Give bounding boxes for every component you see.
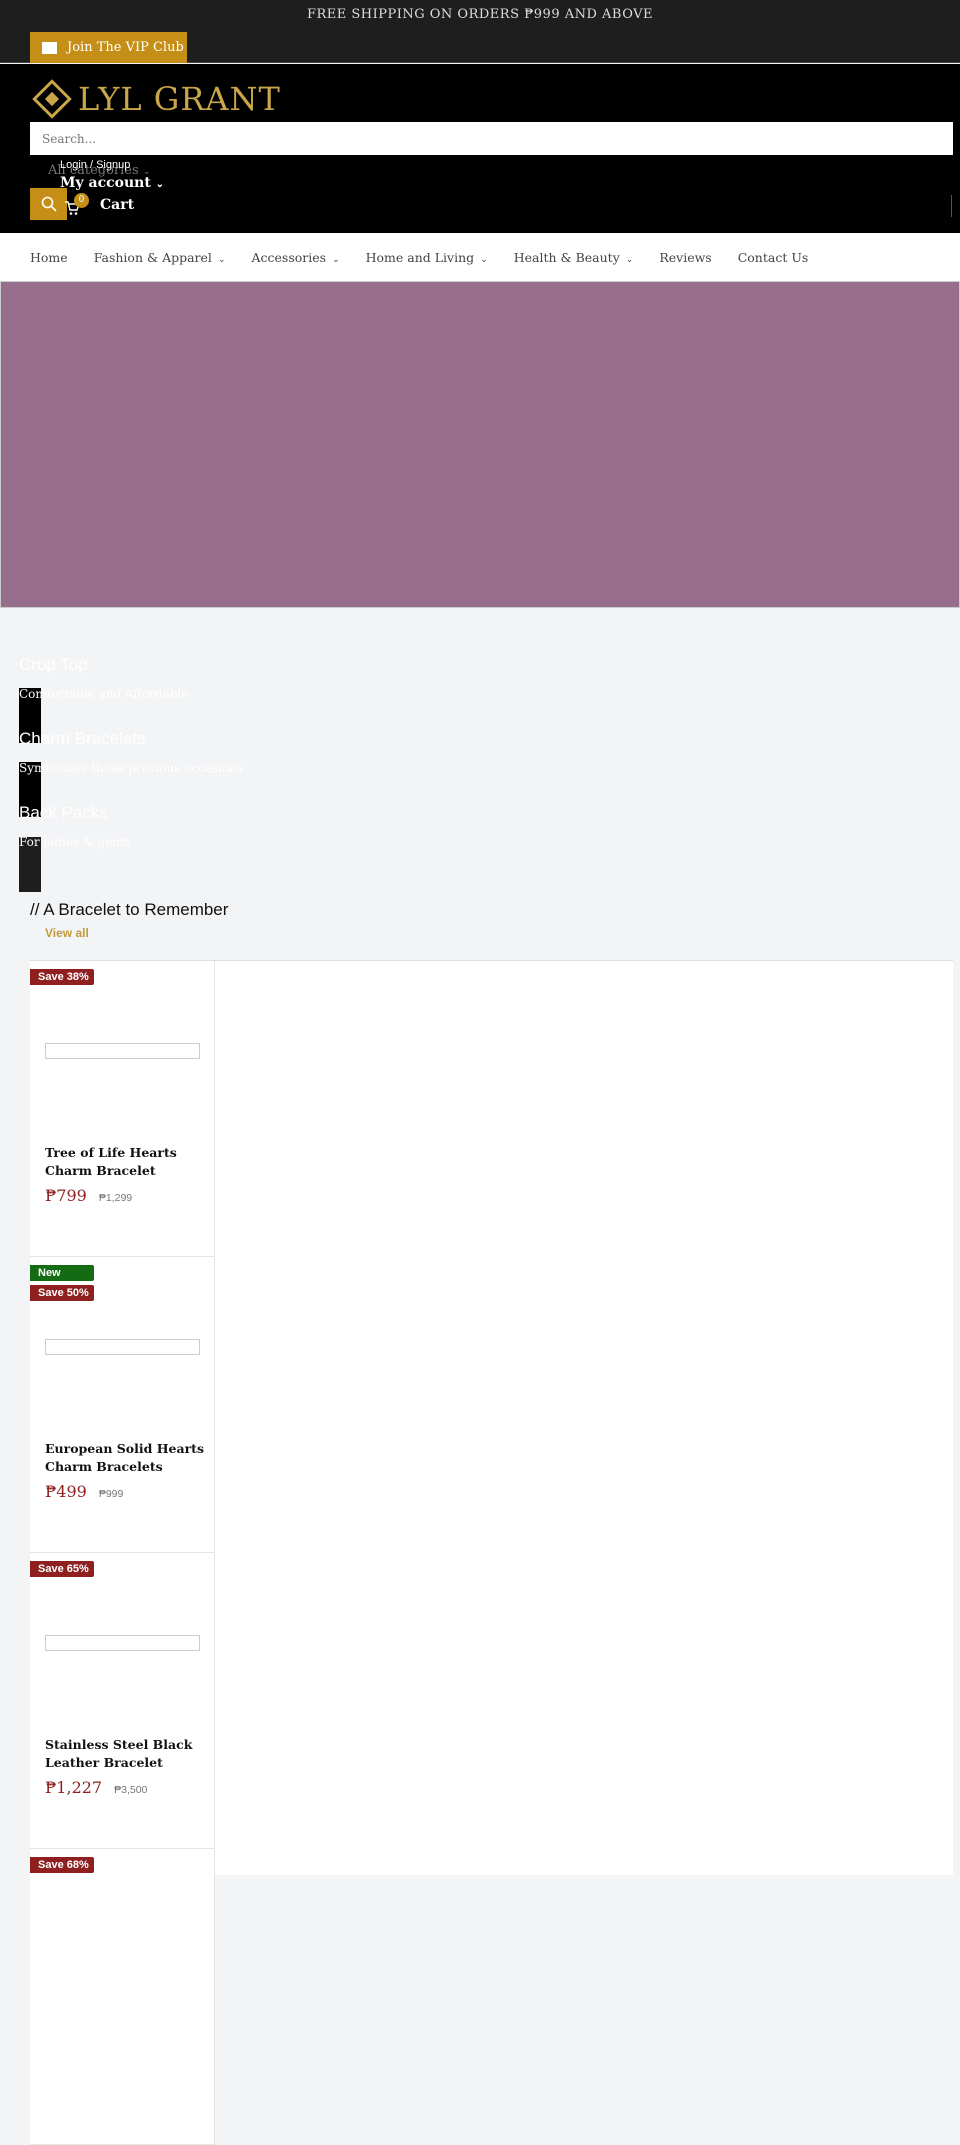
slide-subtitle: Comfortable and Affordable xyxy=(19,687,189,701)
nav-item[interactable]: Home xyxy=(30,250,68,265)
search-button[interactable] xyxy=(30,188,67,220)
product-price: ₱1,227 ₱3,500 xyxy=(45,1778,148,1797)
logo-text: LYL GRANT xyxy=(78,80,281,118)
cart-link[interactable]: Cart xyxy=(100,197,134,213)
save-badge: Save 65% xyxy=(30,1561,94,1577)
nav-item[interactable]: Reviews xyxy=(659,250,711,265)
nav-item[interactable]: Home and Living ⌄ xyxy=(366,250,488,265)
vip-club-button[interactable]: Join The VIP Club xyxy=(30,32,187,63)
compare-price: ₱999 xyxy=(98,1488,124,1500)
save-badge: Save 68% xyxy=(30,1857,94,1873)
mail-icon xyxy=(42,41,57,54)
product-price: ₱499 ₱999 xyxy=(45,1482,124,1501)
compare-price: ₱1,299 xyxy=(98,1192,133,1204)
product-card[interactable]: Save 68% xyxy=(30,1849,215,2145)
vip-label: Join The VIP Club xyxy=(67,40,184,55)
product-card[interactable]: Save 65% Stainless Steel Black Leather Br… xyxy=(30,1553,215,1849)
compare-price: ₱3,500 xyxy=(114,1784,148,1796)
chevron-down-icon: ⌄ xyxy=(217,254,226,265)
product-image[interactable] xyxy=(45,1043,200,1059)
nav-item[interactable]: Contact Us xyxy=(738,250,809,265)
search-icon xyxy=(41,196,57,212)
save-badge: Save 50% xyxy=(30,1285,94,1301)
hero-banner[interactable] xyxy=(0,281,960,608)
nav-item[interactable]: Accessories ⌄ xyxy=(251,250,339,265)
my-account-dropdown[interactable]: My account ⌄ xyxy=(60,175,164,191)
product-name[interactable]: Stainless Steel Black Leather Bracelet xyxy=(45,1736,205,1772)
main-nav: Home Fashion & Apparel ⌄ Accessories ⌄ Home a… xyxy=(0,233,960,281)
cart-count-badge: 0 xyxy=(74,193,89,208)
logo[interactable]: LYL GRANT xyxy=(32,79,281,119)
slide-subtitle: For ladies & gents xyxy=(19,835,132,849)
product-card[interactable]: New Save 50% European Solid Hearts Charm B… xyxy=(30,1257,215,1553)
slide-subtitle: Symbolizes those precious occasions xyxy=(19,761,244,775)
product-image[interactable] xyxy=(45,1339,200,1355)
announcement-text: FREE SHIPPING ON ORDERS ₱999 AND ABOVE xyxy=(306,7,654,22)
login-signup-link[interactable]: Login / Signup xyxy=(60,159,130,171)
divider xyxy=(951,195,952,217)
nav-item[interactable]: Fashion & Apparel ⌄ xyxy=(94,250,226,265)
slide-title: Crop Top xyxy=(19,655,88,674)
search-input[interactable] xyxy=(30,122,953,155)
product-name[interactable]: European Solid Hearts Charm Bracelets xyxy=(45,1440,205,1476)
chevron-down-icon: ⌄ xyxy=(480,254,488,265)
chevron-down-icon: ⌄ xyxy=(332,254,340,265)
slide-title: Charm Bracelets xyxy=(19,729,146,748)
diamond-logo-icon xyxy=(32,79,72,119)
slide-title: Back Packs xyxy=(19,803,108,822)
view-all-link[interactable]: View all xyxy=(45,926,89,940)
chevron-down-icon: ⌄ xyxy=(625,254,634,265)
new-badge: New xyxy=(30,1265,94,1281)
save-badge: Save 38% xyxy=(30,969,94,985)
section-title: // A Bracelet to Remember xyxy=(30,900,229,919)
product-name[interactable]: Tree of Life Hearts Charm Bracelet xyxy=(45,1144,205,1180)
product-card[interactable]: Save 38% Tree of Life Hearts Charm Bracel… xyxy=(30,961,215,1257)
product-price: ₱799 ₱1,299 xyxy=(45,1186,133,1205)
product-image[interactable] xyxy=(45,1635,200,1651)
nav-item[interactable]: Health & Beauty ⌄ xyxy=(514,250,634,265)
